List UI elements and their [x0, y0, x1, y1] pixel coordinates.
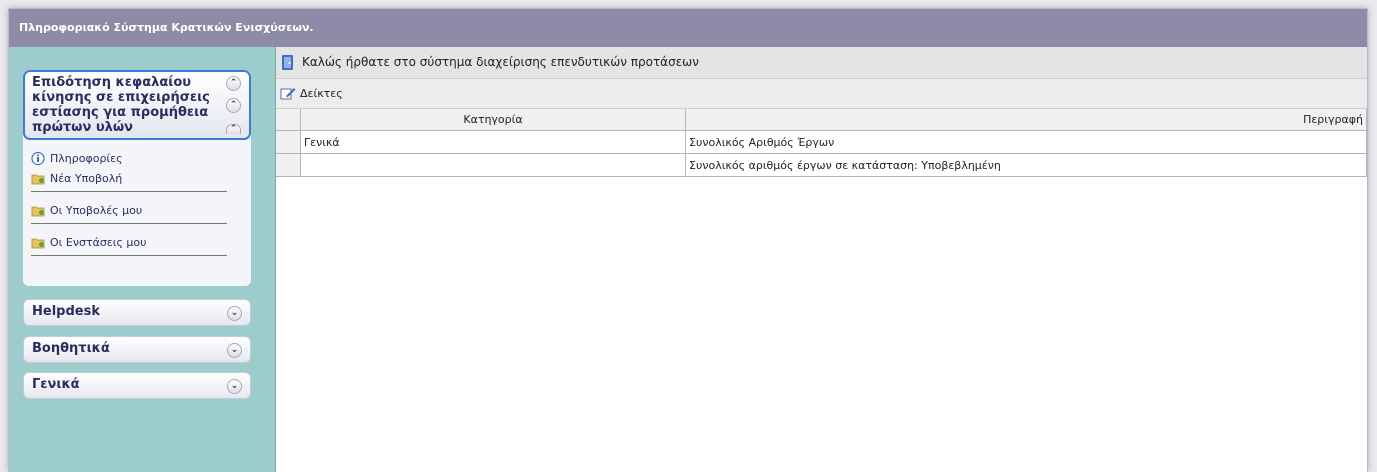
sidebar-item-my-objections[interactable]: Οι Ενστάσεις μου — [31, 233, 246, 253]
table-cell-category — [300, 153, 686, 177]
main-content: Καλώς ήρθατε στο σύστημα διαχείρισης επε… — [276, 47, 1367, 472]
folder-icon — [31, 238, 45, 249]
chevron-down-icon[interactable]: ⌄ — [227, 379, 242, 394]
app-window: Πληροφοριακό Σύστημα Κρατικών Ενισχύσεων… — [8, 8, 1368, 472]
sidebar: Επιδότηση κεφαλαίου κίνησης σε επιχειρήσ… — [9, 47, 276, 472]
row-selector[interactable] — [276, 130, 301, 154]
sidebar-item-label: Οι Υποβολές μου — [50, 204, 143, 217]
table-cell-description: Συνολικός αριθμός έργων σε κατάσταση: Υπ… — [685, 153, 1367, 177]
divider — [31, 223, 227, 224]
chevron-down-icon[interactable]: ⌄ — [227, 343, 242, 358]
sidebar-item-label: Πληροφορίες — [50, 152, 123, 165]
row-selector[interactable] — [276, 153, 301, 177]
panel-title: Βοηθητικά — [32, 341, 110, 356]
sidebar-panel-open: Επιδότηση κεφαλαίου κίνησης σε επιχειρήσ… — [23, 70, 251, 286]
sidebar-item-info[interactable]: Πληροφορίες — [31, 149, 246, 169]
welcome-bar: Καλώς ήρθατε στο σύστημα διαχείρισης επε… — [276, 47, 1367, 79]
panel-header-epidotisi[interactable]: Επιδότηση κεφαλαίου κίνησης σε επιχειρήσ… — [23, 70, 251, 140]
divider — [31, 191, 227, 192]
divider — [31, 255, 227, 256]
info-icon — [31, 152, 45, 165]
sidebar-item-new-submission[interactable]: Νέα Υποβολή — [31, 169, 246, 189]
row-selector-header — [276, 109, 301, 131]
chevron-up-icon[interactable]: ⌃ — [226, 76, 241, 91]
welcome-text: Καλώς ήρθατε στο σύστημα διαχείρισης επε… — [302, 55, 699, 69]
table-row[interactable]: Συνολικός αριθμός έργων σε κατάσταση: Υπ… — [276, 153, 1367, 177]
app-title: Πληροφοριακό Σύστημα Κρατικών Ενισχύσεων… — [9, 9, 1367, 47]
sidebar-item-label: Νέα Υποβολή — [50, 172, 123, 185]
indicators-toolbar[interactable]: Δείκτες — [276, 79, 1367, 109]
table-cell-description: Συνολικός Αριθμός Έργων — [685, 130, 1367, 154]
folder-icon — [31, 174, 45, 185]
folder-icon — [31, 206, 45, 217]
sidebar-item-label: Οι Ενστάσεις μου — [50, 236, 147, 249]
sidebar-panel-helpdesk[interactable]: Helpdesk ⌄ — [23, 299, 251, 326]
sidebar-item-my-submissions[interactable]: Οι Υποβολές μου — [31, 201, 246, 221]
edit-icon — [280, 88, 296, 100]
panel-title: Επιδότηση κεφαλαίου κίνησης σε επιχειρήσ… — [32, 75, 210, 135]
chevron-down-icon[interactable]: ⌄ — [227, 306, 242, 321]
panel-title: Helpdesk — [32, 304, 100, 319]
sidebar-panel-genika[interactable]: Γενικά ⌄ — [23, 372, 251, 399]
sidebar-panel-voithitika[interactable]: Βοηθητικά ⌄ — [23, 336, 251, 363]
column-header-description[interactable]: Περιγραφή — [685, 109, 1367, 131]
table-cell-category: Γενικά — [300, 130, 686, 154]
toolbar-label: Δείκτες — [300, 87, 343, 100]
column-header-category[interactable]: Κατηγορία — [300, 109, 686, 131]
chevron-up-icon[interactable]: ⌃ — [226, 98, 241, 113]
panel-title: Γενικά — [32, 377, 80, 392]
indicators-table: Κατηγορία Περιγραφή Γενικά Συνολικός Αρι… — [276, 109, 1367, 177]
table-row[interactable]: Γενικά Συνολικός Αριθμός Έργων — [276, 130, 1367, 154]
chevron-up-icon[interactable]: ⌃ — [226, 124, 241, 134]
door-icon — [282, 55, 293, 70]
table-header-row: Κατηγορία Περιγραφή — [276, 109, 1367, 131]
